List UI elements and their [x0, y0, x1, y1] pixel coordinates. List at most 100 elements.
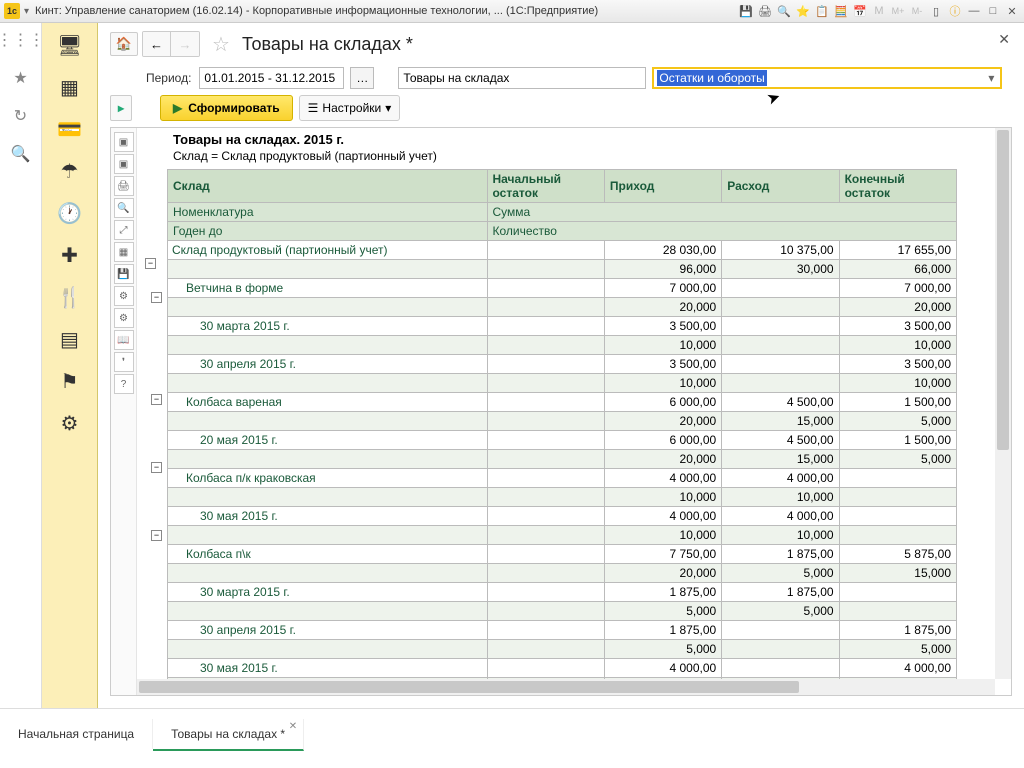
clock-icon[interactable]: 🕐 — [58, 201, 82, 225]
mode-select[interactable]: Остатки и обороты ▾ — [652, 67, 1002, 89]
scrollbar-horizontal[interactable] — [137, 679, 995, 695]
panels-icon[interactable]: ▯ — [928, 3, 944, 19]
food-icon[interactable]: 🍴 — [58, 285, 82, 309]
home-button[interactable]: 🏠 — [110, 32, 138, 56]
warehouse-icon[interactable]: ▤ — [58, 327, 82, 351]
source-input[interactable] — [398, 67, 646, 89]
window-title: Кинт: Управление санаторием (16.02.14) -… — [35, 5, 738, 17]
m-icon[interactable]: M — [871, 3, 887, 19]
tab-report[interactable]: Товары на складах * ✕ — [153, 719, 304, 751]
table-row[interactable]: 20,00020,000 — [168, 298, 957, 317]
tool-quote[interactable]: ❜ — [114, 352, 134, 372]
tool-collapse[interactable]: ▦ — [114, 242, 134, 262]
table-row[interactable]: 5,0005,000 — [168, 640, 957, 659]
settings-button[interactable]: ☰ Настройки ▾ — [299, 95, 401, 121]
table-row[interactable]: 20,00015,0005,000 — [168, 450, 957, 469]
m-minus-icon[interactable]: M- — [909, 3, 925, 19]
umbrella-icon[interactable]: ☂ — [58, 159, 82, 183]
report-subtitle: Склад = Склад продуктовый (партионный уч… — [167, 149, 1011, 169]
save-icon[interactable]: 💾 — [738, 3, 754, 19]
minimize-icon[interactable]: — — [966, 3, 982, 19]
page-close-icon[interactable]: ✕ — [998, 31, 1010, 48]
calendar-section-icon[interactable]: ▦ — [58, 75, 82, 99]
tab-close-icon[interactable]: ✕ — [289, 721, 297, 732]
table-row[interactable]: Колбаса п\к7 750,001 875,005 875,00 — [168, 545, 957, 564]
table-row[interactable]: 96,00030,00066,000 — [168, 260, 957, 279]
mode-select-value: Остатки и обороты — [657, 70, 766, 86]
table-row[interactable]: 5,0005,000 — [168, 602, 957, 621]
tool-find[interactable]: 🔍 — [114, 198, 134, 218]
tool-gear[interactable]: ⚙ — [114, 286, 134, 306]
chevron-down-icon: ▾ — [385, 101, 391, 115]
history-icon[interactable]: ↻ — [12, 107, 30, 125]
clipboard-icon[interactable]: 📋 — [814, 3, 830, 19]
scrollbar-vertical[interactable] — [995, 128, 1011, 679]
tree-column: − − − − − — [137, 128, 167, 695]
table-row[interactable]: 20,00015,0005,000 — [168, 412, 957, 431]
expand-panel-button[interactable]: ▸ — [110, 95, 132, 121]
chevron-down-icon[interactable]: ▾ — [982, 71, 1000, 85]
star-icon[interactable]: ★ — [12, 69, 30, 87]
tool-1[interactable]: ▣ — [114, 132, 134, 152]
back-button[interactable]: ← — [143, 32, 171, 56]
generate-button[interactable]: ▶ Сформировать — [160, 95, 293, 121]
tool-help[interactable]: ? — [114, 374, 134, 394]
table-row[interactable]: 20,0005,00015,000 — [168, 564, 957, 583]
table-row[interactable]: 30 апреля 2015 г.3 500,003 500,00 — [168, 355, 957, 374]
table-row[interactable]: Колбаса вареная6 000,004 500,001 500,00 — [168, 393, 957, 412]
table-row[interactable]: 10,00010,000 — [168, 374, 957, 393]
tree-node[interactable]: − — [151, 530, 162, 541]
flag-icon[interactable]: ⚑ — [58, 369, 82, 393]
close-icon[interactable]: ✕ — [1004, 3, 1020, 19]
card-icon[interactable]: 💳 — [58, 117, 82, 141]
row-summa: Сумма — [487, 203, 957, 222]
table-row[interactable]: 20 мая 2015 г.6 000,004 500,001 500,00 — [168, 431, 957, 450]
table-row[interactable]: Колбаса п/к краковская4 000,004 000,00 — [168, 469, 957, 488]
m-plus-icon[interactable]: M+ — [890, 3, 906, 19]
table-row[interactable]: 30 марта 2015 г.1 875,001 875,00 — [168, 583, 957, 602]
app-logo-icon: 1c — [4, 3, 20, 19]
table-row[interactable]: 30 апреля 2015 г.1 875,001 875,00 — [168, 621, 957, 640]
table-row[interactable]: 10,00010,000 — [168, 488, 957, 507]
gear-icon[interactable]: ⚙ — [58, 411, 82, 435]
maximize-icon[interactable]: □ — [985, 3, 1001, 19]
tool-book[interactable]: 📖 — [114, 330, 134, 350]
apps-icon[interactable]: ⋮⋮⋮ — [12, 31, 30, 49]
tool-gear2[interactable]: ⚙ — [114, 308, 134, 328]
forward-button[interactable]: → — [171, 32, 199, 56]
print-icon[interactable]: 🖨 — [757, 3, 773, 19]
tool-expand[interactable]: ⤢ — [114, 220, 134, 240]
preview-icon[interactable]: 🔍 — [776, 3, 792, 19]
table-row[interactable]: 30 мая 2015 г.4 000,004 000,00 — [168, 659, 957, 678]
titlebar-dropdown-icon[interactable]: ▾ — [24, 6, 29, 17]
table-row[interactable]: Склад продуктовый (партионный учет)28 03… — [168, 241, 957, 260]
info-icon[interactable]: ⓘ — [947, 3, 963, 19]
medical-icon[interactable]: ✚ — [58, 243, 82, 267]
left-sidebar: ⋮⋮⋮ ★ ↻ 🔍 — [0, 23, 42, 708]
table-row[interactable]: 30 мая 2015 г.4 000,004 000,00 — [168, 507, 957, 526]
tree-node[interactable]: − — [151, 292, 162, 303]
search-icon[interactable]: 🔍 — [12, 145, 30, 163]
table-row[interactable]: 10,00010,000 — [168, 526, 957, 545]
generate-button-label: Сформировать — [188, 101, 279, 115]
tree-node[interactable]: − — [151, 462, 162, 473]
page-favorite-icon[interactable]: ☆ — [212, 32, 230, 57]
row-goden: Годен до — [168, 222, 488, 241]
calc-icon[interactable]: 🧮 — [833, 3, 849, 19]
tree-node[interactable]: − — [145, 258, 156, 269]
period-picker-button[interactable]: … — [350, 67, 374, 89]
table-row[interactable]: 10,00010,000 — [168, 336, 957, 355]
report-sidetools: ▣ ▣ 🖨 🔍 ⤢ ▦ 💾 ⚙ ⚙ 📖 ❜ ? — [111, 128, 137, 695]
tool-save[interactable]: 💾 — [114, 264, 134, 284]
table-row[interactable]: Ветчина в форме7 000,007 000,00 — [168, 279, 957, 298]
period-input[interactable] — [199, 67, 344, 89]
tool-2[interactable]: ▣ — [114, 154, 134, 174]
period-label: Период: — [146, 71, 191, 85]
tree-node[interactable]: − — [151, 394, 162, 405]
favorite-icon[interactable]: ⭐ — [795, 3, 811, 19]
desktop-icon[interactable]: 🖥 — [58, 33, 82, 57]
calendar-icon[interactable]: 📅 — [852, 3, 868, 19]
table-row[interactable]: 30 марта 2015 г.3 500,003 500,00 — [168, 317, 957, 336]
tool-print[interactable]: 🖨 — [114, 176, 134, 196]
tab-home[interactable]: Начальная страница — [0, 719, 153, 749]
